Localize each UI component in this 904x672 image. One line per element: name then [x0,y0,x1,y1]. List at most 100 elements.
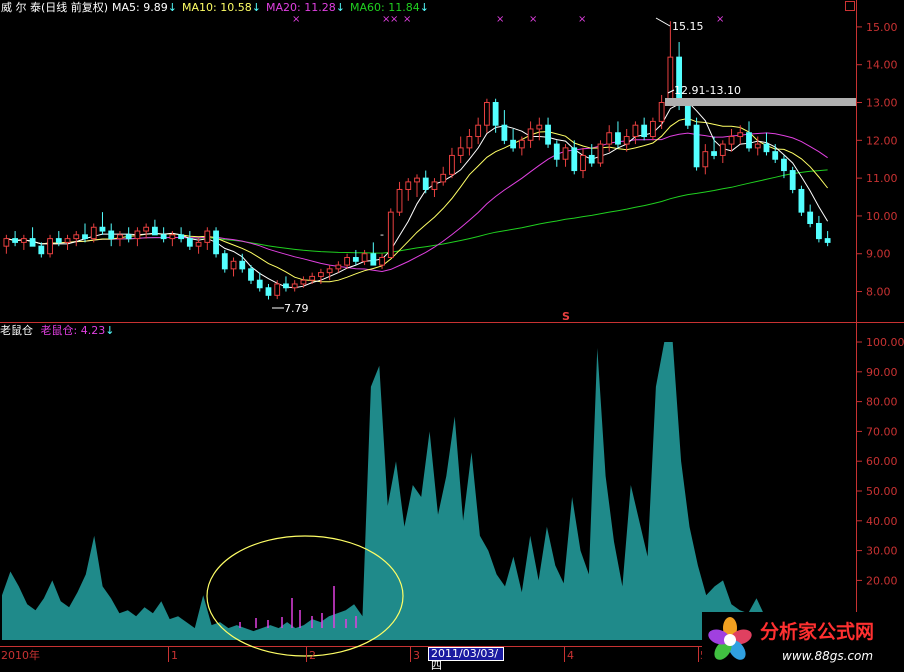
candle-body [160,234,167,240]
candle-body [457,147,464,156]
high-label: 15.15 [672,20,704,33]
ma20-value: MA20: 11.28 [266,1,336,14]
candle-body [195,241,202,247]
candle-body [571,147,578,172]
ma60-label: MA60: 11.84↓ [350,0,429,16]
candle-body [370,253,377,266]
candle-body [649,120,656,138]
candle-body [597,143,604,164]
arrow-down-icon: ↓ [251,1,261,14]
ma5-value: MA5: 9.89 [112,1,168,14]
ma10-label: MA10: 10.58↓ [182,0,261,16]
candle-body [518,139,525,149]
flower-logo-icon: 分析家公式网 www.88gs.com [708,617,874,663]
chart-canvas[interactable]: 15.00 14.00 13.00 12.00 11.00 10.00 9.00 8.00 1… [0,0,904,668]
arrow-down-icon: ↓ [167,1,177,14]
candle-body [291,283,298,289]
x-marker: × [529,14,537,25]
price-axis: 15.00 14.00 13.00 12.00 11.00 10.00 9.00 8.00 [856,21,898,299]
candle-body [483,102,490,126]
arrow-down-icon: ↓ [105,324,115,337]
candle-body [536,124,543,130]
arrow-down-icon: ↓ [335,1,345,14]
high-pointer [655,17,671,27]
candle-body [798,188,805,213]
candle-body [20,238,27,243]
candle-body [38,245,45,255]
candle-body [510,139,517,149]
candle-body [274,283,281,296]
candle-body [422,177,429,190]
candle-body [230,260,237,270]
candle-body [317,272,324,277]
x-marker: × [578,14,586,25]
candle-body [178,234,185,240]
candle-body [711,151,717,156]
candle-body [335,264,342,270]
arrow-down-icon: ↓ [419,1,429,14]
stock-chart-window: 15.00 14.00 13.00 12.00 11.00 10.00 9.00 8.00 1… [0,0,904,672]
candle-body [134,230,141,240]
candle-body [615,132,621,145]
candle-body [213,230,219,255]
indicator-tick-label: 60.00 [866,455,898,468]
indicator-axis: 100.00 90.00 80.00 70.00 60.00 50.00 40.00 30.0… [856,336,904,587]
time-label-year: 2010年 [1,648,40,662]
candle-body [169,234,176,240]
resistance-bar [665,98,856,106]
dash-marker: - [380,228,384,241]
candle-body [12,238,19,243]
candle-body [151,226,158,236]
indicator-tick-label: 100.00 [866,336,904,349]
candle-body [29,238,36,247]
x-marker: × [496,14,504,25]
indicator-tick-label: 50.00 [866,485,898,498]
candle-body [562,147,569,160]
ma10-value: MA10: 10.58 [182,1,252,14]
maximize-button[interactable] [845,1,855,11]
candle-body [606,132,613,145]
price-tick-label: 13.00 [866,97,898,110]
candle-body [3,238,10,247]
candle-body [82,234,88,240]
candle-body [667,56,674,104]
time-label-month: 4 [567,649,574,662]
candlesticks [3,21,831,300]
candle-body [108,230,115,240]
price-tick-label: 10.00 [866,210,898,223]
candle-body [221,253,228,270]
candle-body [300,279,307,285]
candle-body [466,136,473,149]
candle-body [405,181,412,190]
price-tick-label: 14.00 [866,59,898,72]
candle-body [553,143,560,160]
candle-body [309,275,316,281]
candle-body [239,260,246,270]
indicator-tick-label: 40.00 [866,515,898,528]
indicator-value: 老鼠仓: 4.23 [40,324,106,337]
candle-body [824,238,831,243]
price-tick-label: 11.00 [866,172,898,185]
candle-body [763,143,770,153]
candle-body [99,226,106,232]
indicator-tick-label: 70.00 [866,425,898,438]
candle-body [746,132,752,149]
candle-body [143,226,150,232]
candle-body [431,181,438,190]
candle-body [580,154,586,172]
candle-body [256,279,263,289]
candle-body [772,151,779,160]
candle-body [55,238,62,243]
candle-body [283,283,289,289]
candle-body [693,124,700,168]
indicator-tick-label: 80.00 [866,396,898,409]
price-tick-label: 9.00 [866,248,891,261]
candle-body [728,136,735,145]
logo-name: 分析家公式网 [760,620,874,643]
s-marker: S [562,310,570,323]
price-tick-label: 15.00 [866,21,898,34]
candle-body [64,238,71,243]
candle-body [440,173,447,183]
candle-body [125,234,132,240]
candle-body [815,222,822,240]
